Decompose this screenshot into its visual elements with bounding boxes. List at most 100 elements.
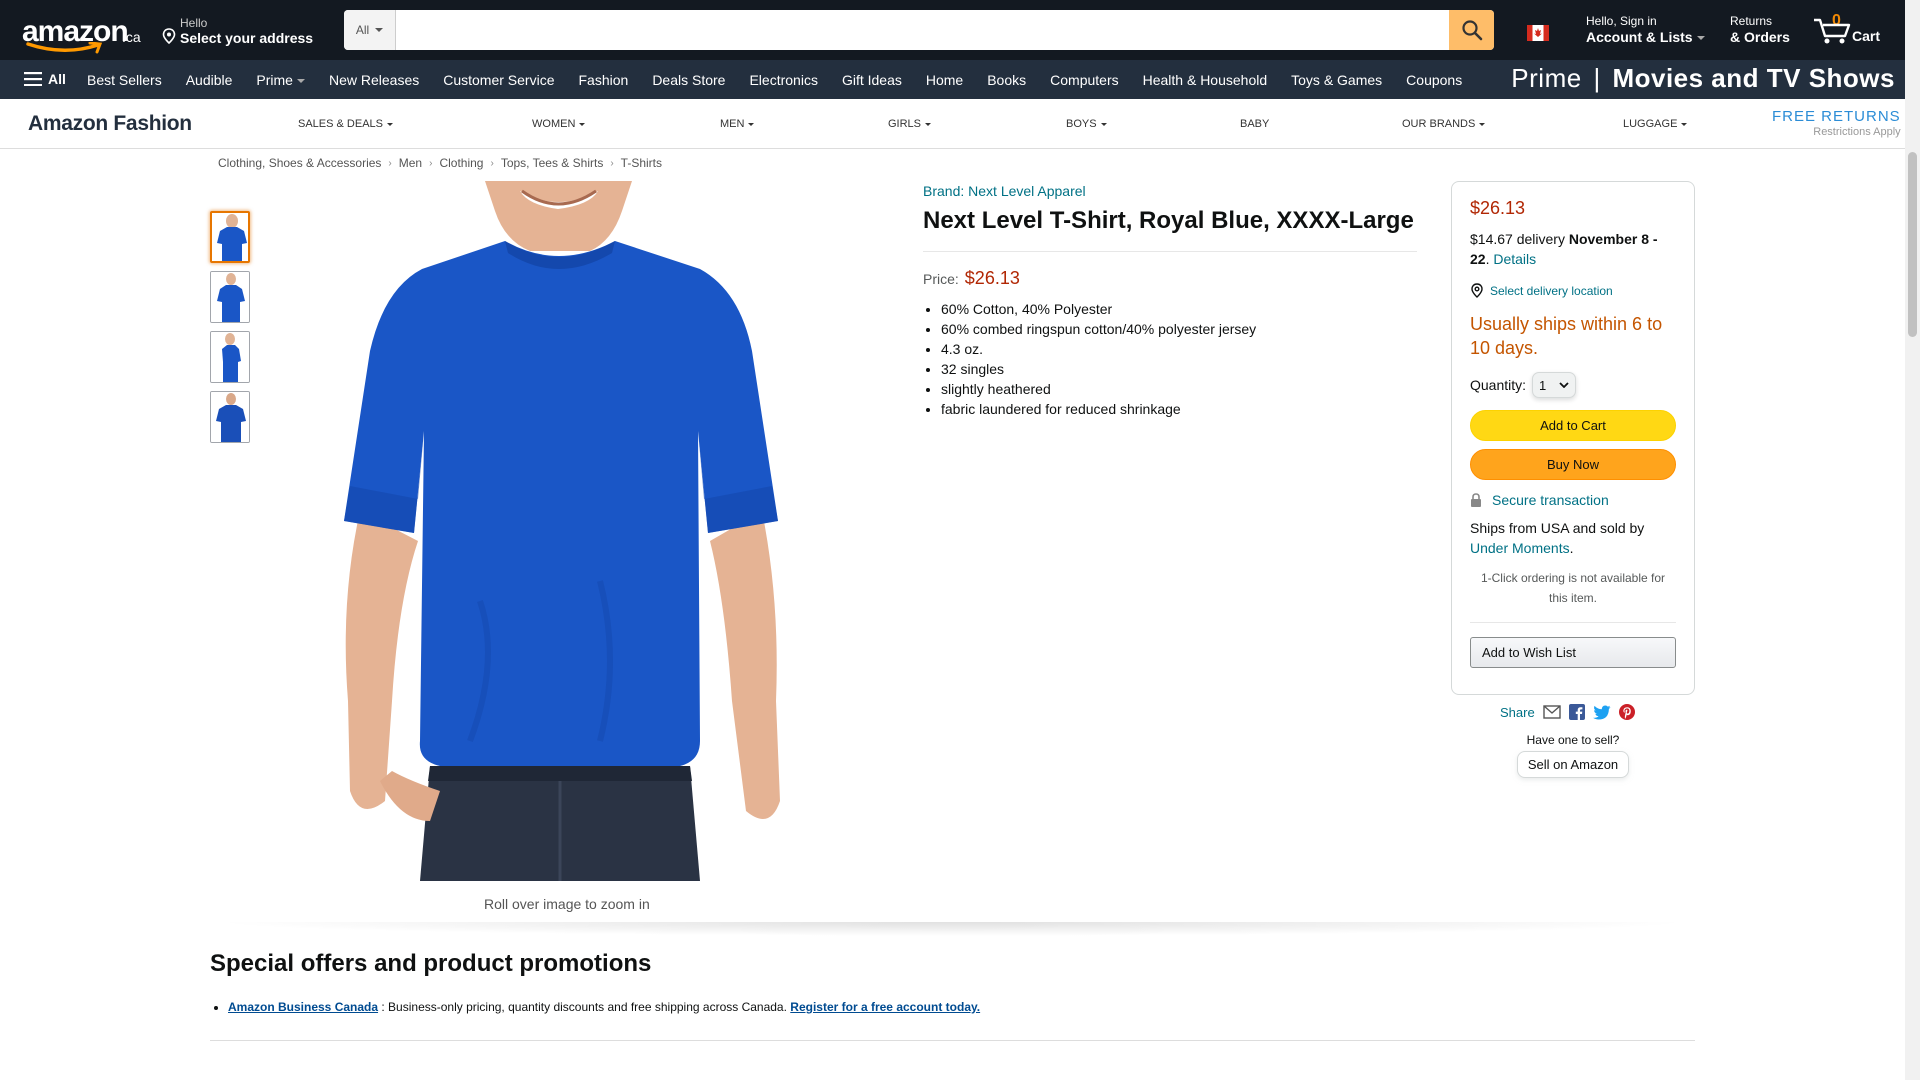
subnav-label: SALES & DEALS [298,118,383,130]
restrictions-label: Restrictions Apply [1813,126,1901,138]
twitter-icon[interactable] [1592,705,1611,720]
account-lists-menu[interactable]: Hello, Sign in Account & Lists [1586,14,1705,48]
nav-item-electronics[interactable]: Electronics [737,72,829,88]
quantity-select[interactable]: 1 [1532,372,1577,398]
subnav-label: LUGGAGE [1623,118,1678,130]
sell-on-amazon-button[interactable]: Sell on Amazon [1516,751,1630,778]
nav-item-fashion[interactable]: Fashion [567,72,641,88]
nav-item-toys-games[interactable]: Toys & Games [1279,72,1394,88]
subnav-luggage[interactable]: LUGGAGE [1623,118,1688,130]
free-returns-badge[interactable]: FREE RETURNS Restrictions Apply [1772,108,1901,138]
buy-now-button[interactable]: Buy Now [1470,449,1676,480]
seller-info: Ships from USA and sold by Under Moments… [1470,518,1676,558]
returns-orders-link[interactable]: Returns & Orders [1730,14,1790,45]
promo-main: Movies and TV Shows [1612,63,1895,93]
top-header: amazon .ca Hello Select your address All [0,0,1905,60]
nav-item-deals-store[interactable]: Deals Store [640,72,737,88]
delivery-address[interactable]: Hello Select your address [160,14,320,48]
orders-label: & Orders [1730,29,1790,45]
all-menu-label: All [48,71,66,87]
pinterest-icon[interactable] [1618,704,1635,720]
nav-item-home[interactable]: Home [914,72,975,88]
breadcrumb-item[interactable]: T-Shirts [621,156,662,170]
cart-label: Cart [1852,28,1881,44]
select-location-link[interactable]: Select delivery location [1470,283,1676,298]
amazon-fashion-logo[interactable]: Amazon Fashion [28,112,192,136]
delivery-details-link[interactable]: Details [1493,251,1536,267]
facebook-icon[interactable] [1568,704,1585,720]
subnav-sales-deals[interactable]: SALES & DEALS [298,118,393,130]
thumbnail-4[interactable] [210,391,250,443]
nav-item-audible[interactable]: Audible [174,72,245,88]
brand-link[interactable]: Brand: Next Level Apparel [923,183,1086,199]
chevron-down-icon [296,78,305,83]
subnav-women[interactable]: WOMEN [532,118,586,130]
email-icon[interactable] [1543,705,1561,719]
nav-item-customer-service[interactable]: Customer Service [431,72,566,88]
nav-item-new-releases[interactable]: New Releases [317,72,431,88]
logo-tld: .ca [122,29,141,45]
nav-item-coupons[interactable]: Coupons [1394,72,1474,88]
secure-transaction-link[interactable]: Secure transaction [1470,492,1676,508]
chevron-down-icon [1100,122,1107,126]
promo-prefix: Prime [1511,63,1582,93]
feature-bullet: 60% Cotton, 40% Polyester [941,299,1417,319]
tshirt-thumbnail-image [211,332,249,382]
promo-divider: | [1593,63,1601,93]
nav-item-computers[interactable]: Computers [1038,72,1130,88]
main-product-image[interactable] [300,181,830,881]
returns-label: Returns [1730,14,1773,28]
secure-transaction-label: Secure transaction [1492,492,1609,508]
subnav-boys[interactable]: BOYS [1066,118,1107,130]
nav-item-prime[interactable]: Prime [244,72,317,88]
breadcrumb-item[interactable]: Men [399,156,422,170]
prime-video-promo[interactable]: Prime | Movies and TV Shows [1511,63,1895,94]
nav-item-health-household[interactable]: Health & Household [1131,72,1280,88]
search-button[interactable] [1449,10,1494,50]
chevron-down-icon [1681,122,1688,126]
seller-link[interactable]: Under Moments [1470,540,1570,556]
add-to-cart-button[interactable]: Add to Cart [1470,410,1676,441]
account-label: Account & Lists [1586,29,1693,45]
subnav-label: MEN [720,118,745,130]
register-link[interactable]: Register for a free account today. [790,1000,980,1014]
amazon-logo[interactable]: amazon .ca [20,12,142,54]
free-returns-label: FREE RETURNS [1772,108,1901,125]
nav-item-gift-ideas[interactable]: Gift Ideas [830,72,914,88]
thumbnail-3[interactable] [210,331,250,383]
subnav-girls[interactable]: GIRLS [888,118,932,130]
section-divider [210,922,1695,936]
subnav-baby[interactable]: BABY [1240,118,1269,130]
breadcrumb-item[interactable]: Clothing [439,156,483,170]
amazon-business-link[interactable]: Amazon Business Canada [228,1000,378,1014]
nav-item-books[interactable]: Books [975,72,1038,88]
thumbnail-2[interactable] [210,271,250,323]
all-menu-button[interactable]: All [24,71,66,87]
price-row: Price: $26.13 [923,268,1417,289]
search-category-select[interactable]: All [344,10,396,50]
add-to-wish-list-button[interactable]: Add to Wish List [1470,637,1676,668]
divider [210,1040,1695,1041]
subnav-men[interactable]: MEN [720,118,755,130]
breadcrumb-item[interactable]: Tops, Tees & Shirts [501,156,604,170]
cart-button[interactable]: 0 Cart [1812,10,1892,50]
thumbnail-1[interactable] [210,211,250,263]
subnav-our-brands[interactable]: OUR BRANDS [1402,118,1486,130]
chevron-down-icon [375,28,384,32]
nav-item-best-sellers[interactable]: Best Sellers [75,72,174,88]
punct: . [1569,540,1574,556]
location-pin-icon [162,28,176,44]
quantity-label: Quantity: [1470,377,1527,393]
scrollbar-thumb[interactable] [1908,152,1917,337]
canada-flag-icon[interactable] [1527,25,1549,41]
lock-icon [1471,493,1481,507]
page-scrollbar[interactable] [1905,0,1920,1080]
share-label: Share [1500,704,1535,720]
feature-bullet: fabric laundered for reduced shrinkage [941,399,1417,419]
search-input[interactable] [396,10,1449,50]
breadcrumb-item[interactable]: Clothing, Shoes & Accessories [218,156,381,170]
sell-section: Have one to sell? Sell on Amazon [1451,733,1695,778]
product-price: $26.13 [964,268,1020,288]
tshirt-model-image [300,181,830,881]
promotions-heading: Special offers and product promotions [210,950,652,977]
